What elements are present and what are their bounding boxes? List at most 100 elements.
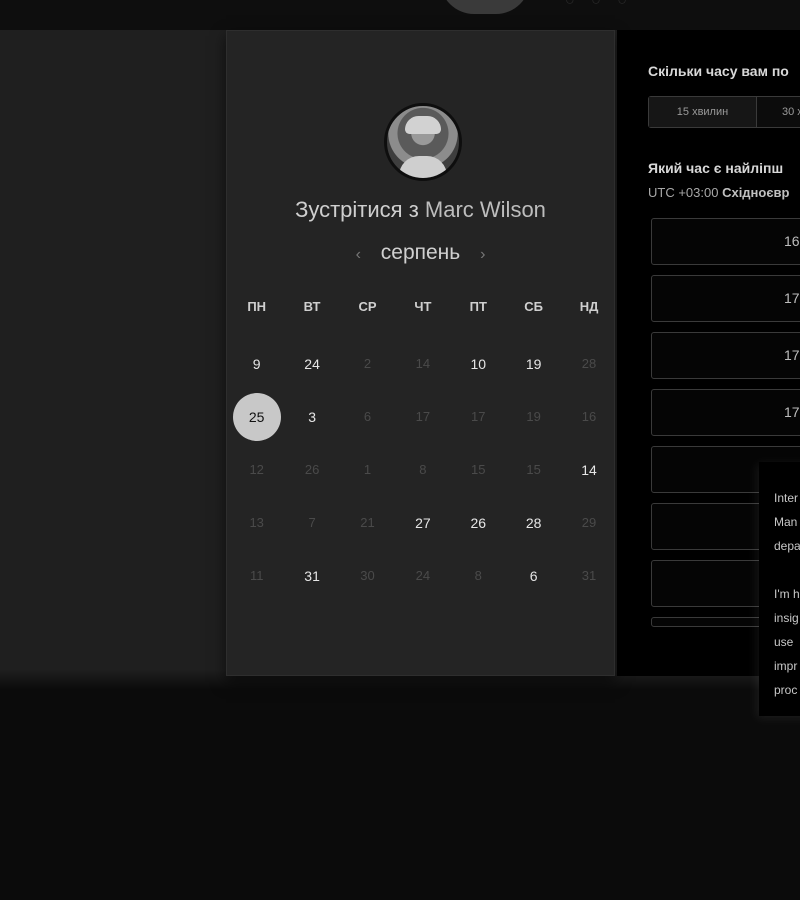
- weekday-header: ПН ВТ СР ЧТ ПТ СБ НД: [229, 299, 617, 314]
- host-name: Marc Wilson: [424, 197, 546, 222]
- title-prefix: Зустрітися з: [295, 197, 419, 222]
- calendar-day[interactable]: 19: [506, 337, 561, 390]
- day-number: 17: [471, 409, 486, 424]
- time-slot-button[interactable]: 17: [651, 332, 800, 379]
- time-slot-button[interactable]: 17: [651, 389, 800, 436]
- time-slot-label: 17: [784, 347, 800, 363]
- day-number: 31: [304, 567, 320, 584]
- prev-month-button[interactable]: ‹: [342, 246, 375, 263]
- calendar-day: 2: [340, 337, 395, 390]
- calendar-day[interactable]: 26: [451, 496, 506, 549]
- bio-line: insig: [774, 611, 799, 625]
- day-number: 8: [419, 462, 427, 477]
- bio-line: Inter: [774, 491, 799, 505]
- time-question: Який час є найліпш: [648, 160, 784, 176]
- day-number: 16: [581, 409, 597, 424]
- calendar-day: 1: [340, 443, 395, 496]
- weekday-label: ПТ: [469, 299, 487, 314]
- calendar-day: 16: [561, 390, 616, 443]
- calendar-day: 12: [229, 443, 284, 496]
- calendar-day: 8: [395, 443, 450, 496]
- day-number: 28: [581, 356, 597, 371]
- weekday-label: ПН: [247, 299, 267, 314]
- day-number: 17: [415, 409, 431, 424]
- calendar-day: 14: [395, 337, 450, 390]
- month-label: серпень: [380, 241, 461, 264]
- host-bio-text: Inter Man depa I'm h insig use impr proc: [774, 486, 800, 702]
- day-number: 15: [471, 462, 486, 477]
- day-number: 30: [360, 568, 375, 583]
- calendar-day: 6: [340, 390, 395, 443]
- calendar-day: 19: [506, 390, 561, 443]
- time-slot-button[interactable]: 17: [651, 275, 800, 322]
- bio-line: Man: [774, 515, 798, 529]
- calendar-day[interactable]: 31: [284, 549, 339, 602]
- month-navigator: ‹ серпень ›: [227, 241, 614, 265]
- day-number: 24: [415, 568, 431, 583]
- duration-15-button[interactable]: 15 хвилин: [649, 97, 757, 127]
- calendar-day[interactable]: 10: [451, 337, 506, 390]
- calendar-day[interactable]: 3: [284, 390, 339, 443]
- calendar-grid: 9 24 2 14 10 19 28 25 3 6 17 17 19 16 12 26 1 8 15 15 14 13 7 2…: [229, 337, 617, 602]
- timezone-label[interactable]: UTC +03:00 Східноєвр: [648, 185, 789, 200]
- day-number: 14: [581, 461, 597, 478]
- calendar-day: 30: [340, 549, 395, 602]
- next-month-button[interactable]: ›: [466, 246, 499, 263]
- day-number: 6: [529, 567, 538, 584]
- calendar-day[interactable]: 24: [284, 337, 339, 390]
- calendar-logo-icon: [440, 0, 530, 14]
- day-number: 1: [363, 462, 372, 477]
- bio-line: [774, 558, 800, 582]
- timezone-offset: UTC +03:00: [648, 185, 719, 200]
- calendar-day[interactable]: 27: [395, 496, 450, 549]
- day-number: 15: [526, 462, 541, 477]
- day-number: 24: [304, 355, 320, 372]
- calendar-day[interactable]: 14: [561, 443, 616, 496]
- calendar-day: 7: [284, 496, 339, 549]
- calendar-day: 26: [284, 443, 339, 496]
- logo-text-fragment: ○ ○ ○: [565, 0, 633, 9]
- calendar-day[interactable]: 9: [229, 337, 284, 390]
- duration-30-button[interactable]: 30 х: [757, 97, 800, 127]
- calendar-day: 13: [229, 496, 284, 549]
- day-number: 29: [581, 515, 597, 530]
- day-number: 13: [249, 515, 264, 530]
- day-number: 10: [470, 355, 487, 372]
- day-number: 9: [252, 355, 261, 372]
- day-number: 7: [308, 515, 316, 530]
- bio-line: proc: [774, 683, 798, 697]
- bio-line: impr: [774, 659, 798, 673]
- bio-line: I'm h: [774, 587, 800, 601]
- day-number: 26: [470, 514, 487, 531]
- day-number: 19: [525, 355, 542, 372]
- day-number: 12: [249, 462, 264, 477]
- calendar-day: 17: [395, 390, 450, 443]
- weekday-label: СБ: [524, 299, 544, 314]
- time-slot-button[interactable]: 16: [651, 218, 800, 265]
- calendar-day: 28: [561, 337, 616, 390]
- weekday-label: ЧТ: [414, 299, 432, 314]
- day-number: 11: [249, 568, 264, 583]
- calendar-day: 15: [506, 443, 561, 496]
- calendar-day: 24: [395, 549, 450, 602]
- calendar-day[interactable]: 28: [506, 496, 561, 549]
- calendar-day: 31: [561, 549, 616, 602]
- calendar-day[interactable]: 6: [506, 549, 561, 602]
- host-avatar: [384, 103, 462, 181]
- timezone-name: Східноєвр: [722, 185, 790, 200]
- calendar-day: 15: [451, 443, 506, 496]
- day-number: 6: [363, 409, 372, 424]
- meeting-title: Зустрітися з Marc Wilson: [227, 197, 614, 223]
- top-bar: ○ ○ ○: [0, 0, 800, 30]
- calendar-day-selected[interactable]: 25: [229, 390, 284, 443]
- day-number: 2: [363, 356, 372, 371]
- duration-question: Скільки часу вам по: [648, 63, 789, 79]
- time-slot-label: 17: [784, 404, 800, 420]
- bio-line: depa: [774, 539, 800, 553]
- day-number: 28: [525, 514, 542, 531]
- bio-line: use: [774, 635, 794, 649]
- weekday-label: НД: [579, 299, 599, 314]
- day-number: 25: [232, 392, 281, 441]
- day-number: 19: [526, 409, 541, 424]
- calendar-day: 29: [561, 496, 616, 549]
